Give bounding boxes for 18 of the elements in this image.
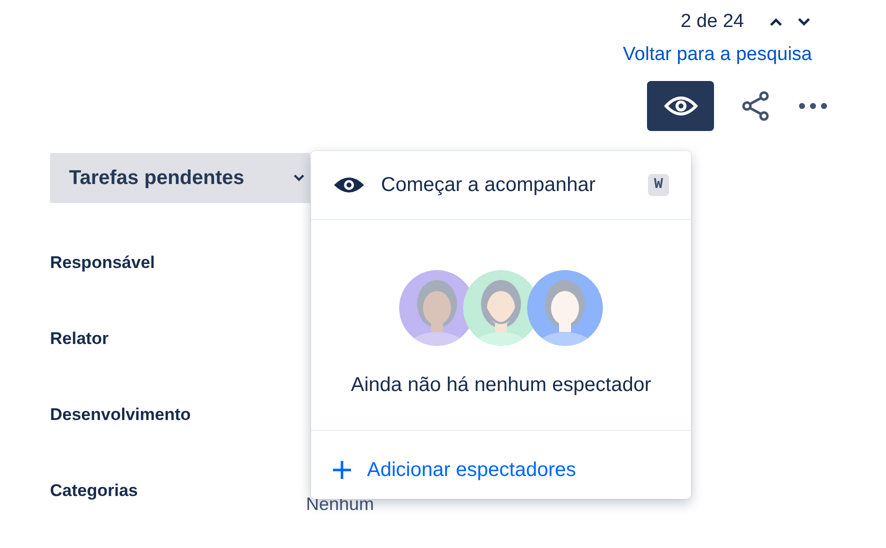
watch-button[interactable] <box>647 81 714 131</box>
plus-icon <box>331 459 353 481</box>
start-watching-label: Começar a acompanhar <box>381 173 597 198</box>
back-to-search-link[interactable]: Voltar para a pesquisa <box>622 40 812 69</box>
field-value: Nenhum <box>306 492 374 516</box>
field-label: Relator <box>50 328 110 350</box>
start-watching-item[interactable]: Começar a acompanhar W <box>311 151 691 220</box>
eye-icon <box>664 94 698 118</box>
field-label: Responsável <box>50 252 156 274</box>
field-label: Desenvolvimento <box>50 404 192 426</box>
avatar-icon <box>527 270 603 346</box>
pager-position: 2 de 24 <box>680 10 744 34</box>
field-label: Categorias <box>50 480 139 502</box>
status-dropdown[interactable]: Tarefas pendentes <box>50 153 310 203</box>
empty-watchers-message: Ainda não há nenhum espectador <box>350 373 652 398</box>
shortcut-key: W <box>648 174 669 196</box>
add-watchers-link[interactable]: Adicionar espectadores <box>311 455 691 485</box>
more-icon[interactable] <box>798 102 828 110</box>
